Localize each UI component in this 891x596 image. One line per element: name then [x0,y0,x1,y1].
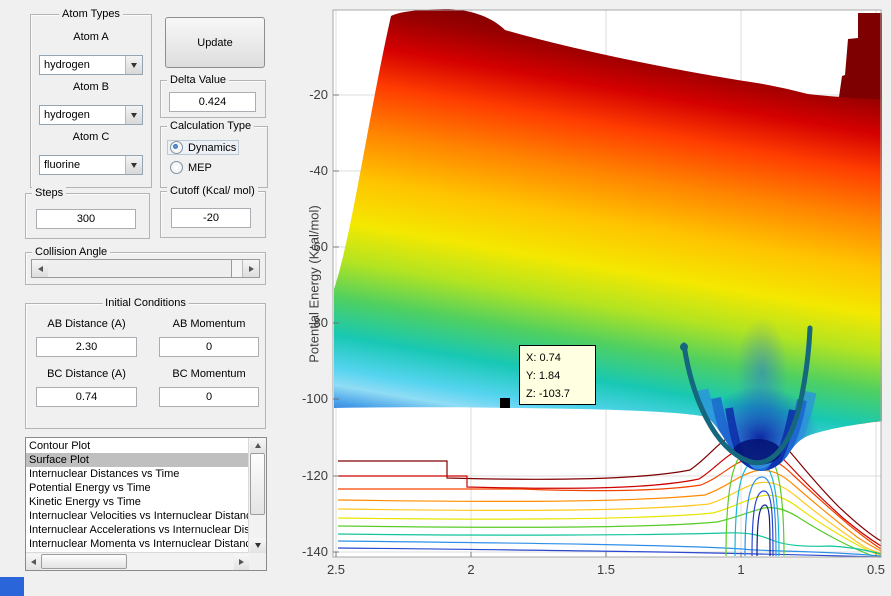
vertical-scroll-thumb[interactable] [250,453,265,515]
dropdown-arrow-icon[interactable] [125,106,142,124]
cutoff-panel: Cutoff (Kcal/ mol) [160,184,266,238]
chevron-down-icon [131,62,137,68]
atom-types-panel: Atom Types Atom A hydrogen Atom B hydrog… [30,7,152,188]
datatip[interactable]: X: 0.74 Y: 1.84 Z: -103.7 [519,345,596,405]
steps-field[interactable] [36,209,136,229]
initial-conditions-panel: Initial Conditions AB Distance (A) AB Mo… [25,296,266,429]
horizontal-scrollbar[interactable] [26,552,249,570]
collision-angle-slider[interactable] [31,259,260,278]
ab-momentum-label: AB Momentum [172,318,246,330]
atom-c-value: fluorine [44,159,81,171]
x-tick-label: 1.5 [596,562,616,577]
x-tick-label: 1 [737,562,745,577]
scroll-left-button[interactable] [26,554,41,570]
y-tick-label: -100 [301,391,328,406]
atom-a-value: hydrogen [44,59,90,71]
ab-momentum-field[interactable] [159,337,259,357]
y-axis-label: Potential Energy (Kcal/mol) [306,205,322,363]
list-item[interactable]: Internuclear Distances vs Time [26,467,249,481]
bc-distance-field[interactable] [36,387,137,407]
delta-value-panel: Delta Value [160,73,266,118]
vertical-scrollbar[interactable] [248,438,266,553]
collision-angle-panel: Collision Angle [25,245,266,285]
arrow-left-icon [31,559,36,565]
bc-distance-label: BC Distance (A) [47,368,126,380]
datatip-y: Y: 1.84 [526,370,561,382]
list-item[interactable]: Internuclear Velocities vs Internuclear … [26,509,249,523]
chevron-down-icon [131,112,137,118]
cutoff-title: Cutoff (Kcal/ mol) [167,184,258,198]
list-item[interactable]: Internuclear Accelerations vs Internucle… [26,523,249,537]
list-item[interactable]: Contour Plot [26,439,249,453]
screen-corner-fragment [0,577,24,596]
radio-dynamics[interactable]: Dynamics [167,140,240,155]
slider-right-button[interactable] [242,260,259,277]
chevron-down-icon [131,162,137,168]
scrollbar-corner [249,553,266,570]
dropdown-arrow-icon[interactable] [125,156,142,174]
bc-momentum-label: BC Momentum [172,368,246,380]
arrow-left-icon [37,265,43,272]
atom-c-dropdown[interactable]: fluorine [39,155,143,175]
initial-conditions-title: Initial Conditions [102,296,189,310]
trajectory-start [680,343,688,351]
atom-a-dropdown[interactable]: hydrogen [39,55,143,75]
radio-unselected-icon[interactable] [170,161,183,174]
steps-panel: Steps [25,186,150,239]
calculation-type-title: Calculation Type [167,119,255,133]
bc-momentum-field[interactable] [159,387,259,407]
slider-left-button[interactable] [32,260,49,277]
y-tick-label: -20 [309,87,328,102]
arrow-up-icon [255,443,261,448]
x-tick-label: 0.5 [866,562,886,577]
ab-distance-label: AB Distance (A) [47,318,126,330]
scroll-right-button[interactable] [234,554,249,570]
steps-title: Steps [32,186,67,200]
arrow-right-icon [248,265,254,272]
y-tick-label: -140 [301,544,328,559]
scroll-down-button[interactable] [250,538,266,553]
cutoff-field[interactable] [171,208,251,228]
radio-mep-label: MEP [188,161,212,174]
atom-a-label: Atom A [73,31,109,43]
list-item[interactable]: Internuclear Momenta vs Internuclear Dis… [26,537,249,551]
ab-distance-field[interactable] [36,337,137,357]
datatip-z: Z: -103.7 [526,388,571,400]
radio-dynamics-label: Dynamics [188,141,237,154]
arrow-right-icon [239,559,244,565]
y-tick-label: -120 [301,468,328,483]
list-item-selected[interactable]: Surface Plot [26,453,249,467]
slider-thumb[interactable] [48,260,232,277]
calculation-type-panel: Calculation Type Dynamics MEP [160,119,268,188]
delta-value-title: Delta Value [167,73,230,87]
radio-selected-icon[interactable] [170,141,183,154]
atom-c-label: Atom C [72,131,110,143]
list-item[interactable]: Kinetic Energy vs Time [26,495,249,509]
radio-mep[interactable]: MEP [167,160,215,175]
x-tick-label: 2.5 [326,562,346,577]
horizontal-scroll-thumb[interactable] [41,554,127,569]
plot-type-listbox[interactable]: Contour Plot Surface Plot Internuclear D… [25,437,267,571]
atom-b-dropdown[interactable]: hydrogen [39,105,143,125]
y-tick-label: -40 [309,163,328,178]
list-item[interactable]: Potential Energy vs Time [26,481,249,495]
delta-value-field[interactable] [169,92,256,112]
atom-b-label: Atom B [72,81,110,93]
arrow-down-icon [255,543,261,548]
x-tick-label: 2 [467,562,475,577]
scroll-up-button[interactable] [250,438,266,453]
listbox-items: Contour Plot Surface Plot Internuclear D… [26,439,249,553]
dropdown-arrow-icon[interactable] [125,56,142,74]
datatip-marker[interactable] [500,398,510,408]
collision-angle-title: Collision Angle [32,245,111,259]
datatip-x: X: 0.74 [526,352,561,364]
update-button[interactable]: Update [165,17,265,68]
atom-types-title: Atom Types [59,7,123,21]
atom-b-value: hydrogen [44,109,90,121]
figure-window: -20 -40 -60 -80 -100 -120 -140 2.5 2 1.5… [0,0,891,596]
